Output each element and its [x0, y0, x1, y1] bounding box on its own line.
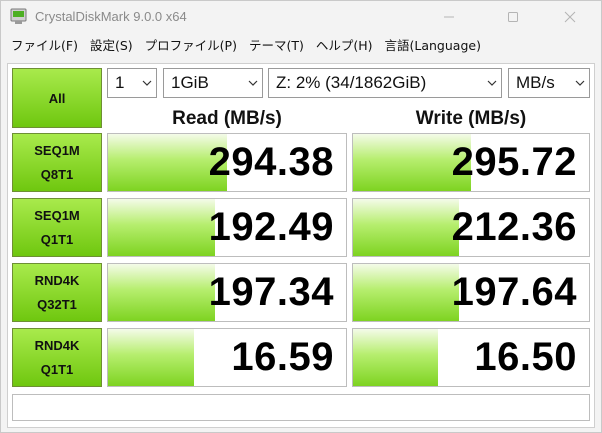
- read-result-value: 192.49: [208, 205, 334, 249]
- read-result-value: 294.38: [208, 140, 334, 184]
- read-result-bar: [108, 329, 194, 386]
- write-result-bar: [353, 264, 460, 321]
- test-button-seq1m-q8t1[interactable]: SEQ1M Q8T1: [12, 133, 102, 192]
- comment-field[interactable]: [12, 394, 590, 421]
- unit-value: MB/s: [516, 73, 555, 92]
- test-name-line2: Q32T1: [37, 296, 77, 312]
- window-title: CrystalDiskMark 9.0.0 x64: [35, 9, 187, 24]
- test-name-line2: Q1T1: [40, 361, 74, 377]
- maximize-button[interactable]: [490, 1, 536, 33]
- read-result-bar: [108, 199, 216, 256]
- close-icon: [564, 11, 576, 23]
- test-button-rnd4k-q32t1[interactable]: RND4K Q32T1: [12, 263, 102, 322]
- write-result-value: 295.72: [451, 140, 577, 184]
- all-test-button[interactable]: All: [12, 68, 102, 128]
- menu-settings[interactable]: 設定(S): [84, 35, 139, 57]
- menu-file[interactable]: ファイル(F): [5, 35, 84, 57]
- chevron-down-icon: [483, 69, 501, 97]
- close-button[interactable]: [547, 1, 593, 33]
- minimize-button[interactable]: [426, 1, 472, 33]
- drive-value: Z: 2% (34/1862GiB): [276, 73, 427, 92]
- read-result-rnd4k-q1t1: 16.59: [107, 328, 347, 387]
- write-result-bar: [353, 329, 438, 386]
- write-column-header: Write (MB/s): [415, 108, 527, 129]
- chevron-down-icon: [138, 69, 156, 97]
- read-result-bar: [108, 264, 216, 321]
- write-result-value: 16.50: [474, 335, 577, 379]
- write-result-value: 212.36: [451, 205, 577, 249]
- test-name-line1: RND4K: [34, 272, 80, 288]
- maximize-icon: [508, 12, 518, 22]
- test-size-select[interactable]: 1GiB: [163, 68, 263, 98]
- minimize-icon: [444, 16, 454, 18]
- crystaldiskmark-app-icon: [10, 8, 27, 24]
- menu-theme[interactable]: テーマ(T): [243, 35, 310, 57]
- write-result-rnd4k-q1t1: 16.50: [352, 328, 590, 387]
- menu-help[interactable]: ヘルプ(H): [310, 35, 379, 57]
- test-size-value: 1GiB: [171, 73, 209, 92]
- write-result-rnd4k-q32t1: 197.64: [352, 263, 590, 322]
- menu-bar: ファイル(F) 設定(S) プロファイル(P) テーマ(T) ヘルプ(H) 言語…: [1, 34, 601, 58]
- crystaldiskmark-window: CrystalDiskMark 9.0.0 x64 ファイル(F) 設定(S) …: [0, 0, 602, 433]
- write-result-seq1m-q8t1: 295.72: [352, 133, 590, 192]
- menu-language[interactable]: 言語(Language): [379, 35, 487, 57]
- read-result-seq1m-q1t1: 192.49: [107, 198, 347, 257]
- test-count-select[interactable]: 1: [107, 68, 157, 98]
- chevron-down-icon: [244, 69, 262, 97]
- chevron-down-icon: [571, 69, 589, 97]
- test-name-line1: SEQ1M: [34, 207, 80, 223]
- menu-profile[interactable]: プロファイル(P): [139, 35, 243, 57]
- read-result-value: 197.34: [208, 270, 334, 314]
- test-button-rnd4k-q1t1[interactable]: RND4K Q1T1: [12, 328, 102, 387]
- read-result-value: 16.59: [231, 335, 334, 379]
- read-result-rnd4k-q32t1: 197.34: [107, 263, 347, 322]
- test-count-value: 1: [115, 73, 125, 92]
- write-result-bar: [353, 199, 460, 256]
- write-result-value: 197.64: [451, 270, 577, 314]
- drive-select[interactable]: Z: 2% (34/1862GiB): [268, 68, 502, 98]
- read-result-seq1m-q8t1: 294.38: [107, 133, 347, 192]
- test-name-line1: SEQ1M: [34, 142, 80, 158]
- title-bar: CrystalDiskMark 9.0.0 x64: [1, 1, 601, 33]
- read-column-header: Read (MB/s): [172, 108, 282, 129]
- test-name-line2: Q1T1: [40, 231, 74, 247]
- unit-select[interactable]: MB/s: [508, 68, 590, 98]
- test-name-line2: Q8T1: [40, 166, 74, 182]
- test-button-seq1m-q1t1[interactable]: SEQ1M Q1T1: [12, 198, 102, 257]
- test-name-line1: RND4K: [34, 337, 80, 353]
- write-result-seq1m-q1t1: 212.36: [352, 198, 590, 257]
